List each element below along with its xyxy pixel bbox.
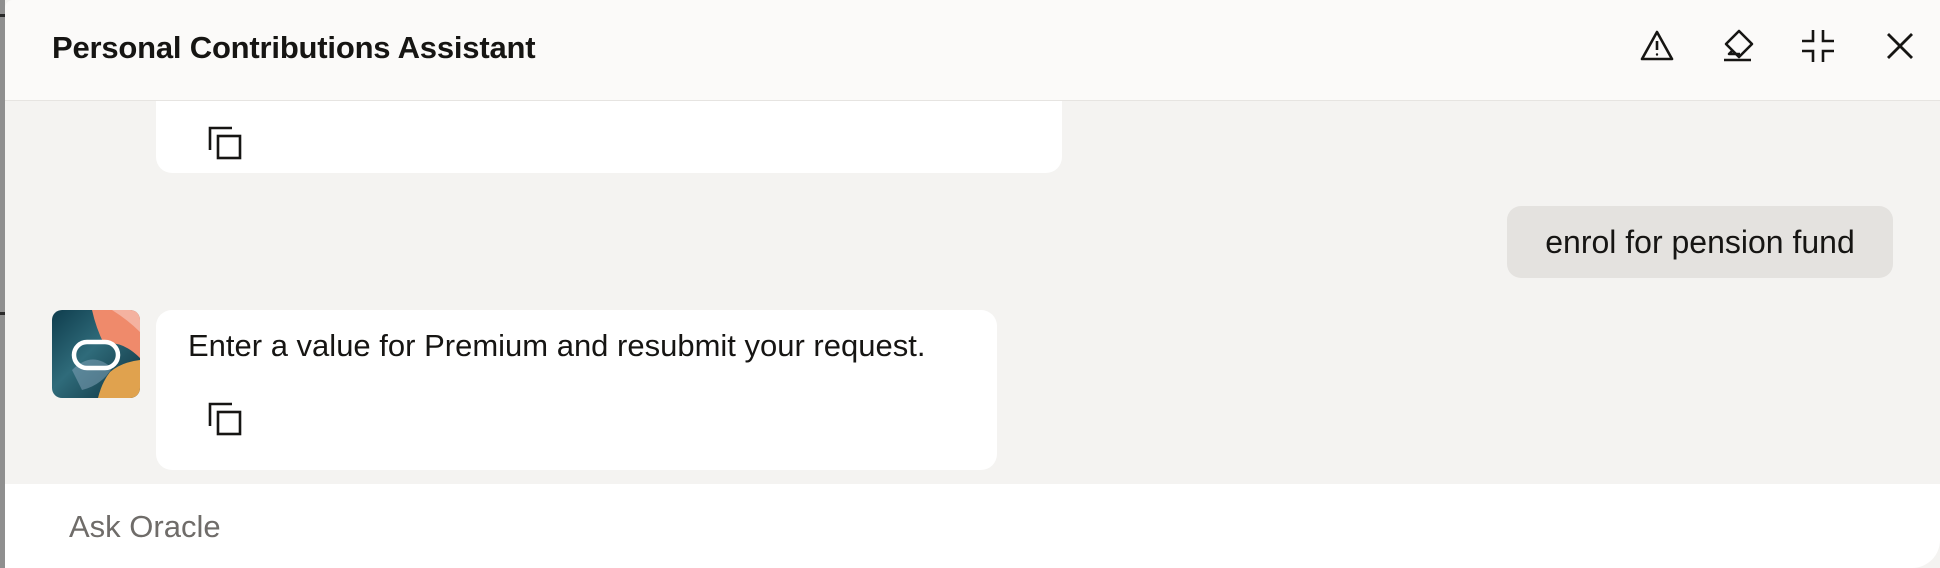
message-list: enrol for pension fund Enter a value for… [5,12,1940,484]
bot-message-bubble: Enter a value for Premium and resubmit y… [156,310,997,470]
bot-message-text: Enter a value for Premium and resubmit y… [188,328,926,363]
copy-icon[interactable] [206,124,246,164]
panel-header: Personal Contributions Assistant [5,0,1940,101]
eraser-icon[interactable] [1717,26,1757,66]
assistant-avatar [52,310,140,398]
warning-icon[interactable] [1637,26,1677,66]
panel-title: Personal Contributions Assistant [52,30,536,65]
ask-oracle-input[interactable] [67,502,1771,552]
user-message-bubble: enrol for pension fund [1507,206,1893,278]
user-message-text: enrol for pension fund [1545,223,1855,260]
assistant-panel: Personal Contributions Assistant enrol f… [5,0,1940,568]
minimize-icon[interactable] [1798,26,1838,66]
copy-icon[interactable] [206,400,246,440]
composer-bar [5,484,1940,568]
close-icon[interactable] [1880,26,1920,66]
